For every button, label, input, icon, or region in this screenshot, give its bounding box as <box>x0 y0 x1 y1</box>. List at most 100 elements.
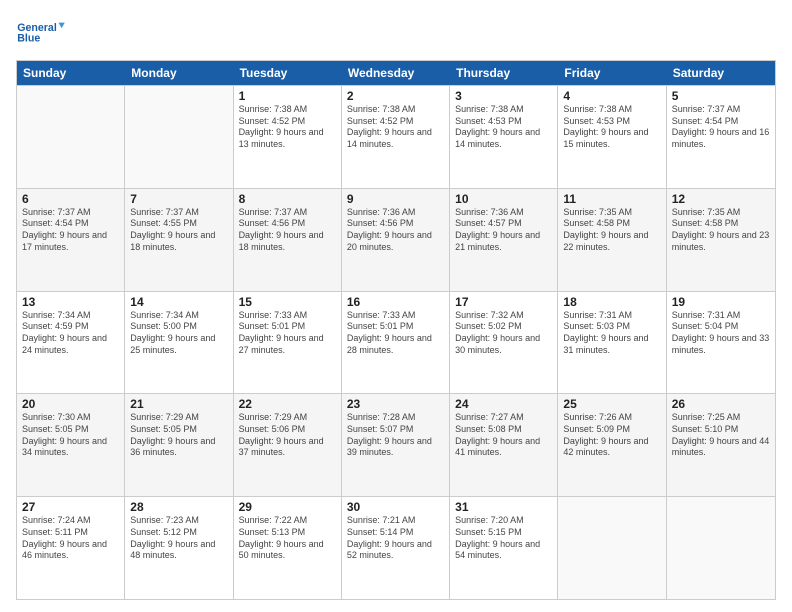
cell-info: Sunrise: 7:38 AMSunset: 4:53 PMDaylight:… <box>455 104 540 149</box>
day-cell-16: 16 Sunrise: 7:33 AMSunset: 5:01 PMDaylig… <box>342 292 450 394</box>
day-number: 1 <box>239 89 336 103</box>
cell-info: Sunrise: 7:27 AMSunset: 5:08 PMDaylight:… <box>455 412 540 457</box>
day-cell-24: 24 Sunrise: 7:27 AMSunset: 5:08 PMDaylig… <box>450 394 558 496</box>
day-cell-9: 9 Sunrise: 7:36 AMSunset: 4:56 PMDayligh… <box>342 189 450 291</box>
week-row-2: 6 Sunrise: 7:37 AMSunset: 4:54 PMDayligh… <box>17 188 775 291</box>
day-number: 13 <box>22 295 119 309</box>
day-number: 14 <box>130 295 227 309</box>
day-cell-7: 7 Sunrise: 7:37 AMSunset: 4:55 PMDayligh… <box>125 189 233 291</box>
day-number: 18 <box>563 295 660 309</box>
cell-info: Sunrise: 7:32 AMSunset: 5:02 PMDaylight:… <box>455 310 540 355</box>
day-header-wednesday: Wednesday <box>342 61 450 85</box>
day-header-monday: Monday <box>125 61 233 85</box>
day-cell-3: 3 Sunrise: 7:38 AMSunset: 4:53 PMDayligh… <box>450 86 558 188</box>
day-header-friday: Friday <box>558 61 666 85</box>
day-number: 15 <box>239 295 336 309</box>
day-number: 28 <box>130 500 227 514</box>
header: General Blue <box>16 12 776 52</box>
day-number: 10 <box>455 192 552 206</box>
day-cell-17: 17 Sunrise: 7:32 AMSunset: 5:02 PMDaylig… <box>450 292 558 394</box>
day-cell-1: 1 Sunrise: 7:38 AMSunset: 4:52 PMDayligh… <box>234 86 342 188</box>
day-cell-29: 29 Sunrise: 7:22 AMSunset: 5:13 PMDaylig… <box>234 497 342 599</box>
cell-info: Sunrise: 7:31 AMSunset: 5:03 PMDaylight:… <box>563 310 648 355</box>
day-header-tuesday: Tuesday <box>234 61 342 85</box>
logo-svg: General Blue <box>16 12 66 52</box>
week-row-5: 27 Sunrise: 7:24 AMSunset: 5:11 PMDaylig… <box>17 496 775 599</box>
empty-cell <box>558 497 666 599</box>
day-number: 20 <box>22 397 119 411</box>
calendar-body: 1 Sunrise: 7:38 AMSunset: 4:52 PMDayligh… <box>17 85 775 599</box>
day-cell-31: 31 Sunrise: 7:20 AMSunset: 5:15 PMDaylig… <box>450 497 558 599</box>
day-cell-14: 14 Sunrise: 7:34 AMSunset: 5:00 PMDaylig… <box>125 292 233 394</box>
cell-info: Sunrise: 7:28 AMSunset: 5:07 PMDaylight:… <box>347 412 432 457</box>
cell-info: Sunrise: 7:25 AMSunset: 5:10 PMDaylight:… <box>672 412 770 457</box>
day-header-saturday: Saturday <box>667 61 775 85</box>
cell-info: Sunrise: 7:37 AMSunset: 4:54 PMDaylight:… <box>672 104 770 149</box>
day-cell-15: 15 Sunrise: 7:33 AMSunset: 5:01 PMDaylig… <box>234 292 342 394</box>
day-number: 9 <box>347 192 444 206</box>
day-cell-4: 4 Sunrise: 7:38 AMSunset: 4:53 PMDayligh… <box>558 86 666 188</box>
week-row-4: 20 Sunrise: 7:30 AMSunset: 5:05 PMDaylig… <box>17 393 775 496</box>
day-number: 21 <box>130 397 227 411</box>
cell-info: Sunrise: 7:36 AMSunset: 4:57 PMDaylight:… <box>455 207 540 252</box>
cell-info: Sunrise: 7:38 AMSunset: 4:52 PMDaylight:… <box>347 104 432 149</box>
logo: General Blue <box>16 12 66 52</box>
cell-info: Sunrise: 7:36 AMSunset: 4:56 PMDaylight:… <box>347 207 432 252</box>
day-header-thursday: Thursday <box>450 61 558 85</box>
cell-info: Sunrise: 7:22 AMSunset: 5:13 PMDaylight:… <box>239 515 324 560</box>
svg-text:Blue: Blue <box>17 32 40 44</box>
page: General Blue SundayMondayTuesdayWednesda… <box>0 0 792 612</box>
cell-info: Sunrise: 7:29 AMSunset: 5:05 PMDaylight:… <box>130 412 215 457</box>
day-cell-23: 23 Sunrise: 7:28 AMSunset: 5:07 PMDaylig… <box>342 394 450 496</box>
cell-info: Sunrise: 7:29 AMSunset: 5:06 PMDaylight:… <box>239 412 324 457</box>
cell-info: Sunrise: 7:37 AMSunset: 4:56 PMDaylight:… <box>239 207 324 252</box>
cell-info: Sunrise: 7:33 AMSunset: 5:01 PMDaylight:… <box>239 310 324 355</box>
day-cell-27: 27 Sunrise: 7:24 AMSunset: 5:11 PMDaylig… <box>17 497 125 599</box>
day-cell-30: 30 Sunrise: 7:21 AMSunset: 5:14 PMDaylig… <box>342 497 450 599</box>
day-cell-26: 26 Sunrise: 7:25 AMSunset: 5:10 PMDaylig… <box>667 394 775 496</box>
cell-info: Sunrise: 7:31 AMSunset: 5:04 PMDaylight:… <box>672 310 770 355</box>
day-number: 30 <box>347 500 444 514</box>
empty-cell <box>667 497 775 599</box>
day-number: 27 <box>22 500 119 514</box>
calendar-header: SundayMondayTuesdayWednesdayThursdayFrid… <box>17 61 775 85</box>
day-cell-10: 10 Sunrise: 7:36 AMSunset: 4:57 PMDaylig… <box>450 189 558 291</box>
day-cell-13: 13 Sunrise: 7:34 AMSunset: 4:59 PMDaylig… <box>17 292 125 394</box>
cell-info: Sunrise: 7:38 AMSunset: 4:53 PMDaylight:… <box>563 104 648 149</box>
cell-info: Sunrise: 7:34 AMSunset: 4:59 PMDaylight:… <box>22 310 107 355</box>
day-number: 2 <box>347 89 444 103</box>
cell-info: Sunrise: 7:37 AMSunset: 4:55 PMDaylight:… <box>130 207 215 252</box>
day-number: 8 <box>239 192 336 206</box>
day-cell-21: 21 Sunrise: 7:29 AMSunset: 5:05 PMDaylig… <box>125 394 233 496</box>
cell-info: Sunrise: 7:24 AMSunset: 5:11 PMDaylight:… <box>22 515 107 560</box>
day-number: 7 <box>130 192 227 206</box>
day-cell-22: 22 Sunrise: 7:29 AMSunset: 5:06 PMDaylig… <box>234 394 342 496</box>
day-cell-19: 19 Sunrise: 7:31 AMSunset: 5:04 PMDaylig… <box>667 292 775 394</box>
day-header-sunday: Sunday <box>17 61 125 85</box>
cell-info: Sunrise: 7:20 AMSunset: 5:15 PMDaylight:… <box>455 515 540 560</box>
day-number: 19 <box>672 295 770 309</box>
day-cell-28: 28 Sunrise: 7:23 AMSunset: 5:12 PMDaylig… <box>125 497 233 599</box>
day-cell-11: 11 Sunrise: 7:35 AMSunset: 4:58 PMDaylig… <box>558 189 666 291</box>
cell-info: Sunrise: 7:33 AMSunset: 5:01 PMDaylight:… <box>347 310 432 355</box>
day-cell-2: 2 Sunrise: 7:38 AMSunset: 4:52 PMDayligh… <box>342 86 450 188</box>
day-cell-8: 8 Sunrise: 7:37 AMSunset: 4:56 PMDayligh… <box>234 189 342 291</box>
day-cell-20: 20 Sunrise: 7:30 AMSunset: 5:05 PMDaylig… <box>17 394 125 496</box>
day-number: 4 <box>563 89 660 103</box>
day-number: 3 <box>455 89 552 103</box>
cell-info: Sunrise: 7:21 AMSunset: 5:14 PMDaylight:… <box>347 515 432 560</box>
week-row-3: 13 Sunrise: 7:34 AMSunset: 4:59 PMDaylig… <box>17 291 775 394</box>
day-number: 12 <box>672 192 770 206</box>
day-number: 24 <box>455 397 552 411</box>
day-number: 31 <box>455 500 552 514</box>
cell-info: Sunrise: 7:26 AMSunset: 5:09 PMDaylight:… <box>563 412 648 457</box>
cell-info: Sunrise: 7:35 AMSunset: 4:58 PMDaylight:… <box>563 207 648 252</box>
day-number: 16 <box>347 295 444 309</box>
day-cell-5: 5 Sunrise: 7:37 AMSunset: 4:54 PMDayligh… <box>667 86 775 188</box>
day-cell-6: 6 Sunrise: 7:37 AMSunset: 4:54 PMDayligh… <box>17 189 125 291</box>
day-number: 6 <box>22 192 119 206</box>
day-cell-25: 25 Sunrise: 7:26 AMSunset: 5:09 PMDaylig… <box>558 394 666 496</box>
day-number: 22 <box>239 397 336 411</box>
cell-info: Sunrise: 7:34 AMSunset: 5:00 PMDaylight:… <box>130 310 215 355</box>
day-number: 11 <box>563 192 660 206</box>
